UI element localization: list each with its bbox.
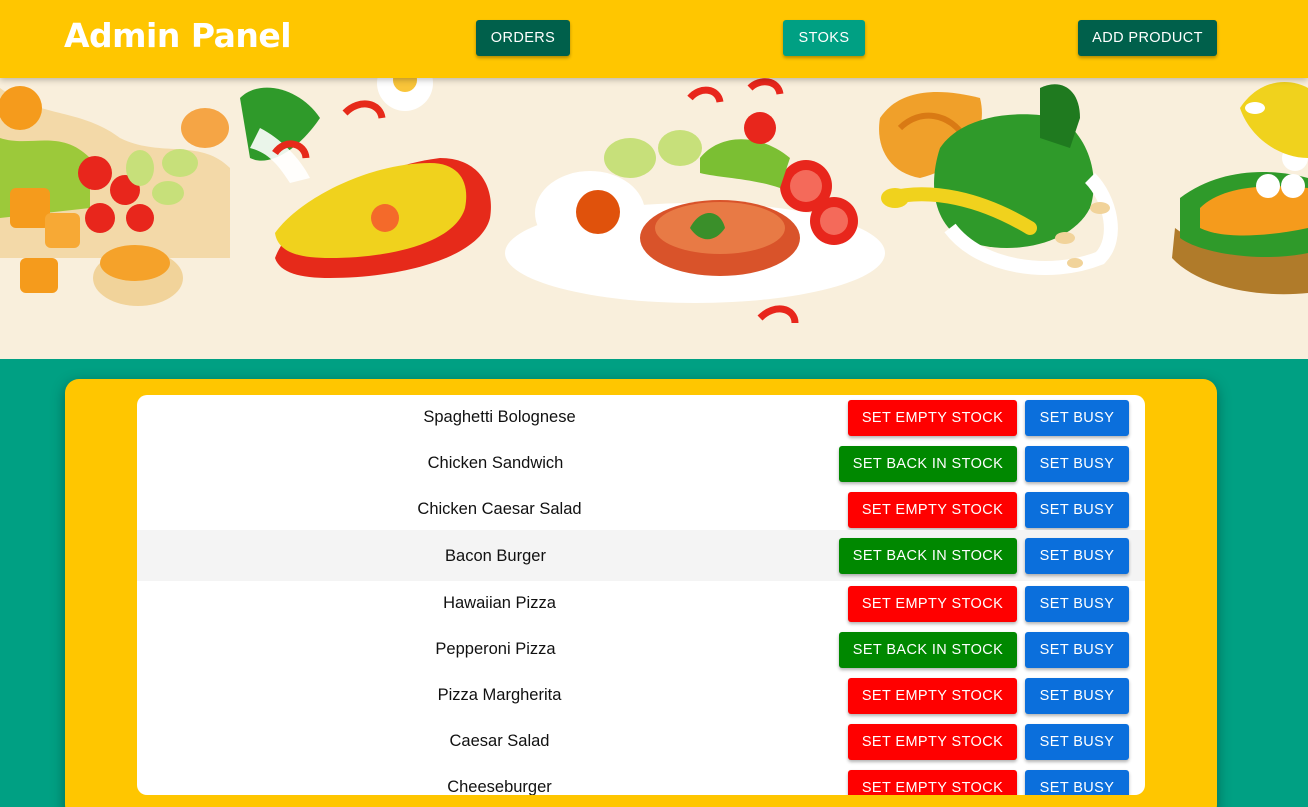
page-title: Admin Panel <box>64 16 292 55</box>
orders-button[interactable]: ORDERS <box>476 20 570 56</box>
set-back-in-stock-button[interactable]: SET BACK IN STOCK <box>839 446 1017 482</box>
product-name: Spaghetti Bolognese <box>423 408 576 426</box>
set-back-in-stock-button[interactable]: SET BACK IN STOCK <box>839 632 1017 668</box>
add-product-button[interactable]: ADD PRODUCT <box>1078 20 1217 56</box>
set-back-in-stock-button[interactable]: SET BACK IN STOCK <box>839 538 1017 574</box>
list-item: Pizza Margherita SET EMPTY STOCK SET BUS… <box>137 673 1145 719</box>
list-item: Bacon Burger SET BACK IN STOCK SET BUSY <box>137 530 1145 581</box>
product-list: Spaghetti Bolognese SET EMPTY STOCK SET … <box>137 395 1145 795</box>
list-item: Spaghetti Bolognese SET EMPTY STOCK SET … <box>137 395 1145 441</box>
set-empty-stock-button[interactable]: SET EMPTY STOCK <box>848 678 1017 714</box>
list-item: Chicken Sandwich SET BACK IN STOCK SET B… <box>137 441 1145 487</box>
list-item: Caesar Salad SET EMPTY STOCK SET BUSY <box>137 719 1145 765</box>
set-empty-stock-button[interactable]: SET EMPTY STOCK <box>848 492 1017 528</box>
stoks-button[interactable]: STOKS <box>783 20 865 56</box>
product-name: Chicken Caesar Salad <box>417 500 582 518</box>
product-name: Chicken Sandwich <box>427 454 564 472</box>
product-name: Hawaiian Pizza <box>443 594 556 612</box>
list-item: Hawaiian Pizza SET EMPTY STOCK SET BUSY <box>137 581 1145 627</box>
product-name: Bacon Burger <box>445 547 546 565</box>
set-busy-button[interactable]: SET BUSY <box>1025 446 1129 482</box>
set-empty-stock-button[interactable]: SET EMPTY STOCK <box>848 586 1017 622</box>
set-empty-stock-button[interactable]: SET EMPTY STOCK <box>848 724 1017 760</box>
set-busy-button[interactable]: SET BUSY <box>1025 586 1129 622</box>
set-busy-button[interactable]: SET BUSY <box>1025 678 1129 714</box>
top-navbar: Admin Panel ORDERS STOKS ADD PRODUCT <box>0 0 1308 78</box>
product-name: Pepperoni Pizza <box>435 640 556 658</box>
stock-panel: Spaghetti Bolognese SET EMPTY STOCK SET … <box>65 379 1217 807</box>
set-empty-stock-button[interactable]: SET EMPTY STOCK <box>848 400 1017 436</box>
list-item: Pepperoni Pizza SET BACK IN STOCK SET BU… <box>137 627 1145 673</box>
set-empty-stock-button[interactable]: SET EMPTY STOCK <box>848 770 1017 795</box>
set-busy-button[interactable]: SET BUSY <box>1025 400 1129 436</box>
product-name: Cheeseburger <box>447 778 552 795</box>
set-busy-button[interactable]: SET BUSY <box>1025 632 1129 668</box>
set-busy-button[interactable]: SET BUSY <box>1025 492 1129 528</box>
set-busy-button[interactable]: SET BUSY <box>1025 770 1129 795</box>
product-name: Caesar Salad <box>449 732 550 750</box>
list-item: Chicken Caesar Salad SET EMPTY STOCK SET… <box>137 487 1145 533</box>
food-illustration-image <box>0 78 1308 324</box>
list-item: Cheeseburger SET EMPTY STOCK SET BUSY <box>137 765 1145 795</box>
product-name: Pizza Margherita <box>437 686 562 704</box>
hero-food-illustration <box>0 78 1308 359</box>
set-busy-button[interactable]: SET BUSY <box>1025 538 1129 574</box>
set-busy-button[interactable]: SET BUSY <box>1025 724 1129 760</box>
